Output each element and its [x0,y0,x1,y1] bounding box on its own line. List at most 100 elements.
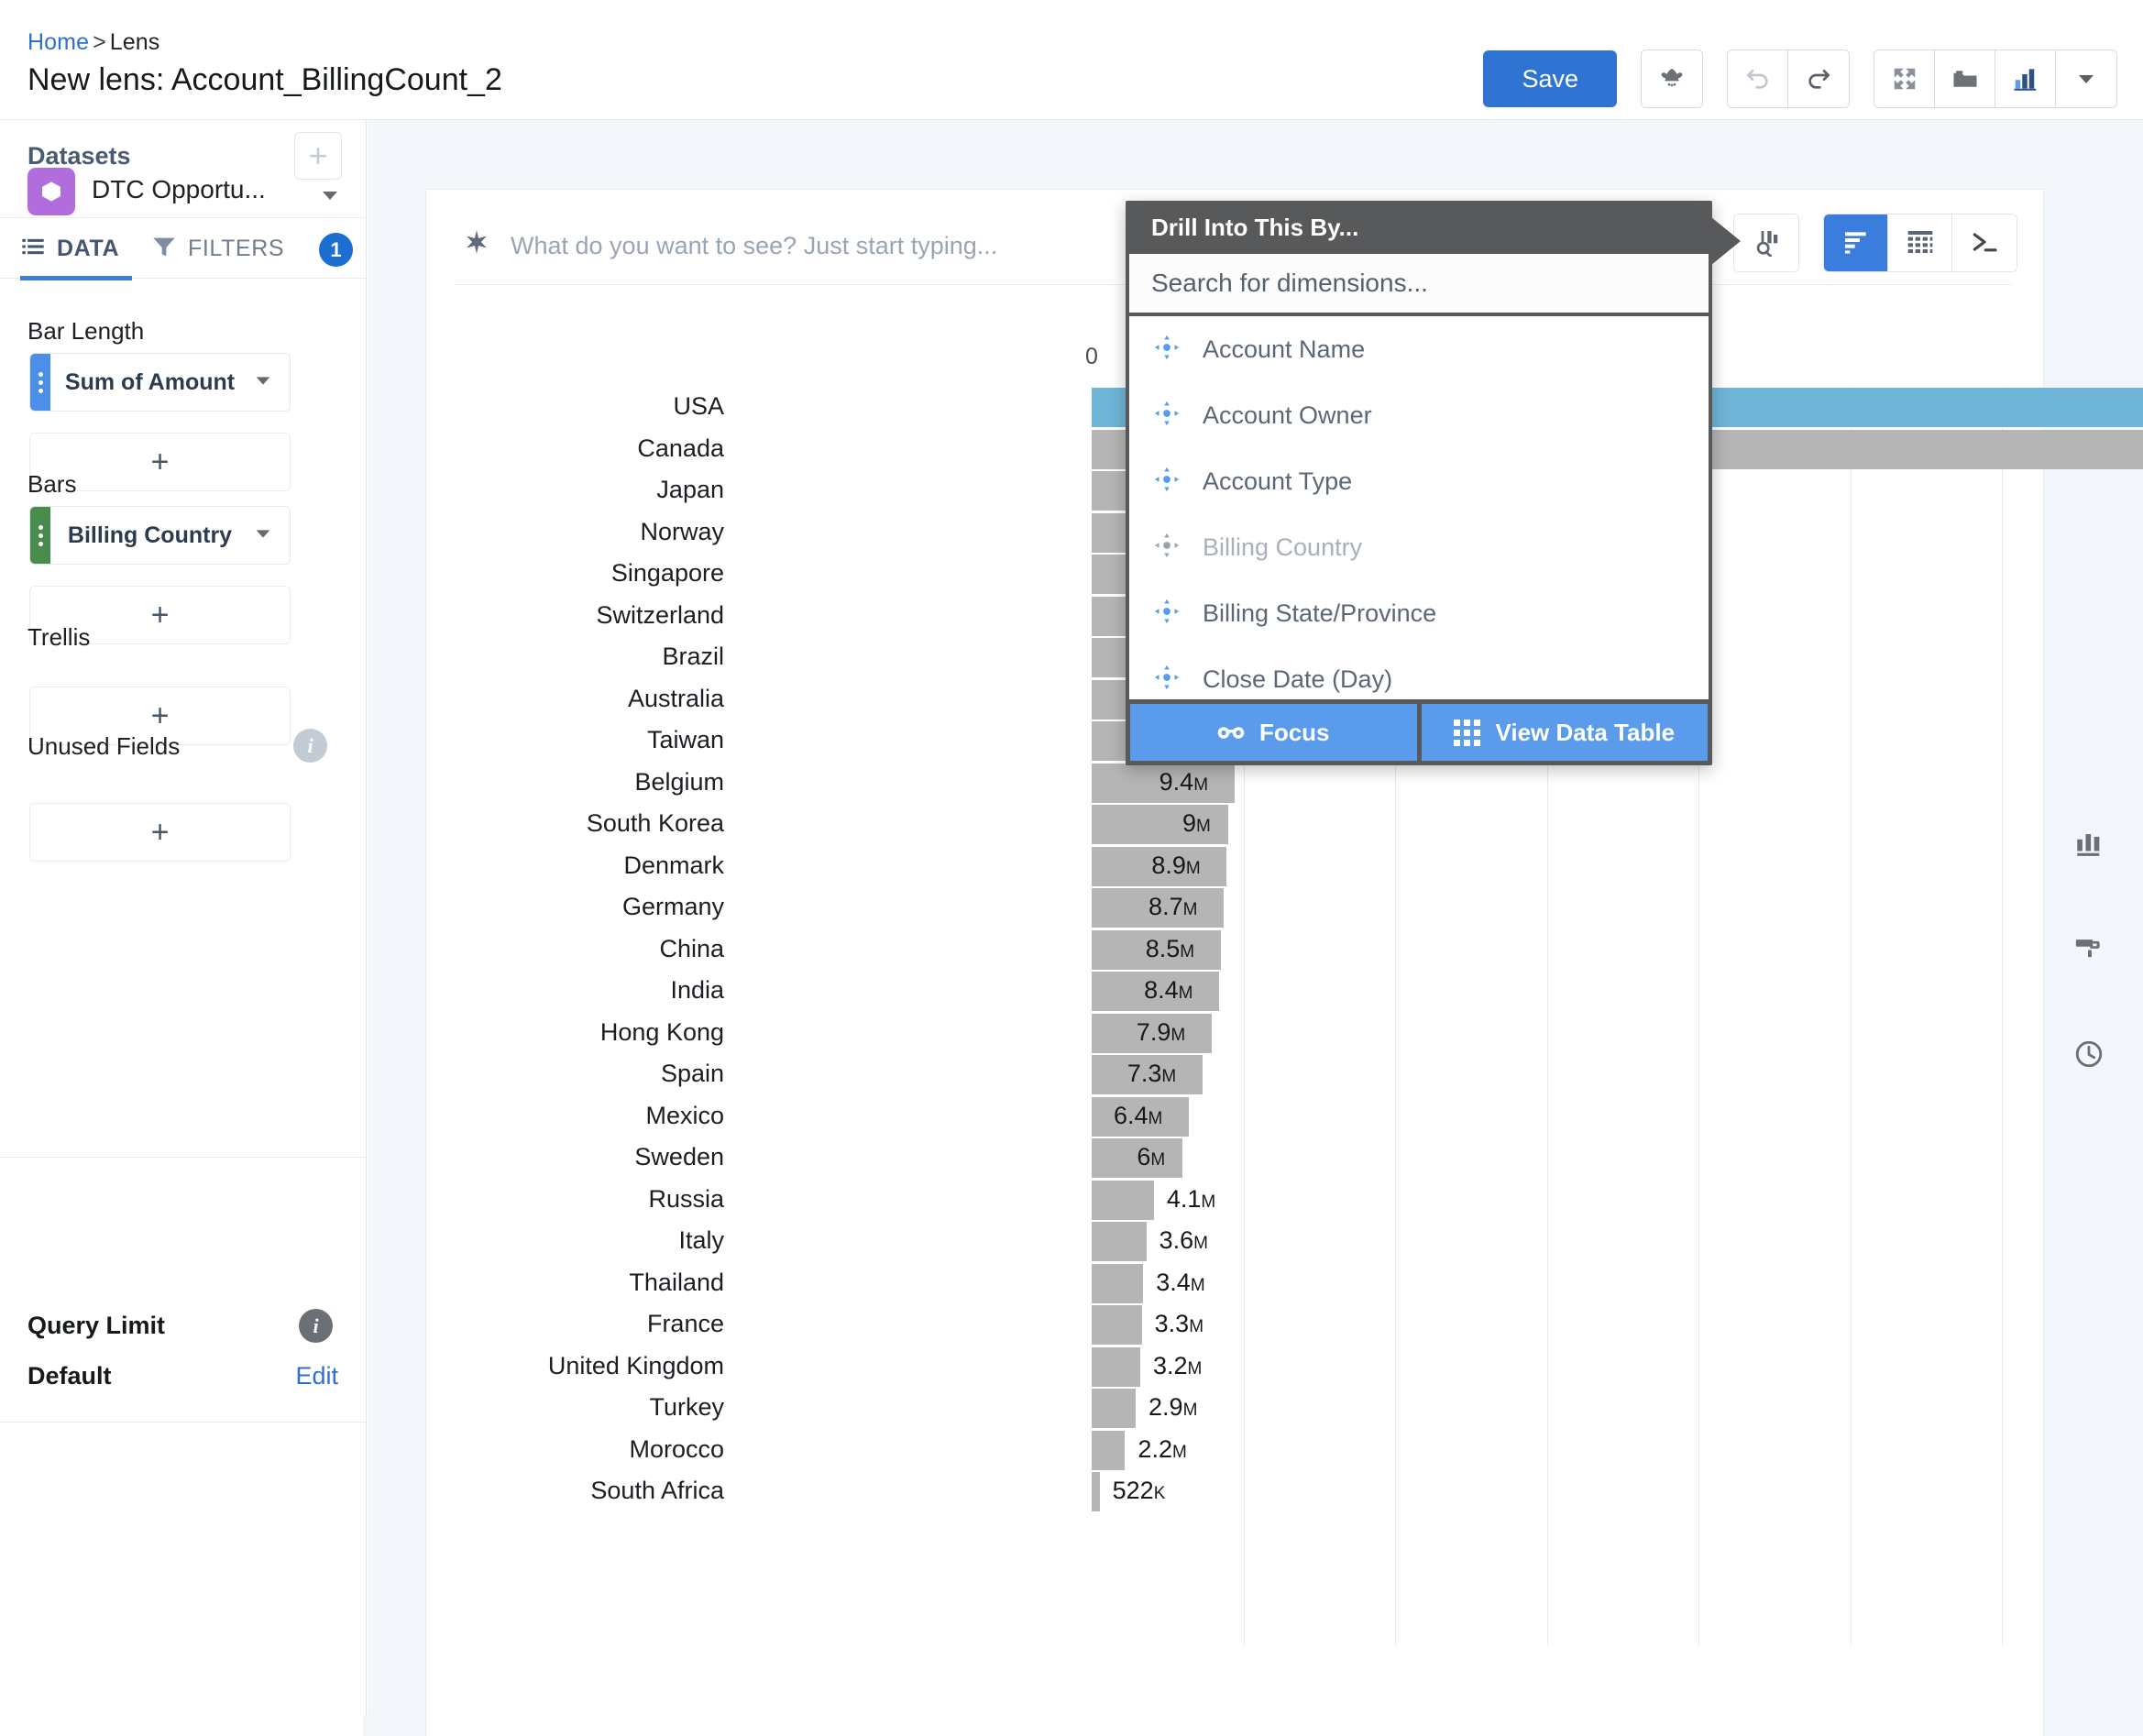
chart-row[interactable]: France 3.3M [426,1304,2045,1346]
history-panel-button[interactable] [2062,1028,2116,1082]
add-unused-field-button[interactable]: + [29,803,291,862]
clock-icon [2073,1038,2105,1072]
bar[interactable] [1092,1222,1147,1261]
category-label: South Africa [590,1477,724,1504]
sidebar-tabs: DATA FILTERS 1 [0,218,366,280]
drill-item-label: Billing State/Province [1203,599,1437,627]
filter-icon [151,234,177,264]
chart-row[interactable]: Sweden 6M [426,1137,2045,1180]
chart-row[interactable]: Turkey 2.9M [426,1388,2045,1430]
visualization-toolbar [1733,214,2017,272]
bar[interactable] [1092,1180,1154,1220]
category-label: Morocco [629,1434,724,1463]
drill-item-label: Billing Country [1203,533,1363,561]
drill-item[interactable]: Billing Country [1129,514,1709,580]
query-limit-info-icon[interactable]: i [299,1309,333,1343]
category-label: South Korea [586,809,724,837]
format-panel-button[interactable] [2062,923,2116,976]
focus-button[interactable]: Focus [1130,704,1417,761]
bar[interactable] [1092,1430,1126,1470]
breadcrumb-home[interactable]: Home [27,29,89,55]
drill-item-label: Account Name [1203,335,1366,363]
chart-row[interactable]: Hong Kong 7.9M [426,1013,2045,1055]
category-label: Japan [656,476,724,503]
bar-value-label: 6M [1137,1143,1166,1170]
bar-value-label: 8.5M [1145,934,1195,962]
chart-panel-button[interactable] [2062,818,2116,871]
drill-item[interactable]: Account Type [1129,448,1709,514]
category-label: Singapore [610,559,724,587]
field-pill-sum-of-amount[interactable]: Sum of Amount [29,353,291,412]
bar[interactable] [1092,1346,1140,1387]
field-pill-billing-country[interactable]: Billing Country [29,506,291,565]
chart-row[interactable]: Thailand 3.4M [426,1263,2045,1305]
folder-button[interactable] [1935,50,1995,107]
tab-filters-label: FILTERS [188,235,285,261]
dimension-icon [1153,664,1181,696]
chart-row[interactable]: Russia 4.1M [426,1180,2045,1222]
bar-value-label: 8.7M [1148,893,1198,920]
drill-item[interactable]: Close Date (Day) [1129,646,1709,699]
drill-item[interactable]: Billing State/Province [1129,580,1709,646]
expand-button[interactable] [1874,50,1935,107]
chart-row[interactable]: China 8.5M [426,929,2045,972]
chart-row[interactable]: South Korea 9M [426,804,2045,846]
view-data-table-button[interactable]: View Data Table [1421,704,1708,761]
bar-chart-icon [1841,227,1871,259]
unused-fields-info-icon[interactable]: i [293,729,327,763]
chart-row[interactable]: United Kingdom 3.2M [426,1346,2045,1389]
category-label: Mexico [645,1101,724,1129]
dataset-selector[interactable]: DTC Opportu... [0,168,366,218]
bar-value-label: 9M [1182,809,1211,837]
bar-value-label: 2.9M [1148,1393,1198,1421]
category-label: Switzerland [596,600,724,629]
redo-button[interactable] [1788,50,1849,107]
chart-row[interactable]: South Africa 522K [426,1471,2045,1513]
query-limit-label: Query Limit [27,1312,166,1339]
chart-row[interactable]: Denmark 8.9M [426,846,2045,888]
undo-button[interactable] [1728,50,1788,107]
bar-value-label: 3.3M [1154,1310,1204,1337]
bar[interactable] [1092,1263,1144,1303]
save-button[interactable]: Save [1483,50,1617,107]
shelf-label-bars: Bars [27,470,77,498]
category-label: India [670,976,724,1004]
popup-arrow [1711,217,1741,265]
drill-item[interactable]: Account Name [1129,316,1709,382]
clipping-icon-button[interactable] [1642,50,1702,107]
category-label: Sweden [634,1143,724,1170]
drill-dimension-list[interactable]: Account Name Account Owner Account Type Bil… [1129,316,1709,699]
chart-type-button[interactable] [1995,50,2056,107]
drill-item[interactable]: Account Owner [1129,382,1709,448]
query-mode-button[interactable] [1952,214,2017,271]
chart-row[interactable]: India 8.4M [426,971,2045,1013]
chart-row[interactable]: Italy 3.6M [426,1221,2045,1263]
tab-filters[interactable]: FILTERS [151,218,284,279]
bar[interactable] [1092,1389,1137,1428]
category-label: Taiwan [646,726,724,753]
x-axis-tick-label: 0 [1085,344,1098,369]
category-label: Spain [660,1060,724,1087]
query-limit-edit-link[interactable]: Edit [295,1362,338,1390]
drill-action-bar: Focus View Data Table [1126,699,1712,765]
drill-search-input[interactable]: Search for dimensions... [1129,254,1709,313]
tab-data[interactable]: DATA [20,218,119,279]
bar-value-label: 9.4M [1159,767,1209,796]
chart-row[interactable]: Morocco 2.2M [426,1430,2045,1472]
query-input-placeholder[interactable]: What do you want to see? Just start typi… [511,232,997,260]
bar[interactable] [1092,1305,1142,1345]
breadcrumb-current: Lens [109,29,160,55]
bar[interactable] [1092,1472,1100,1511]
category-label: Canada [637,434,724,462]
table-mode-button[interactable] [1888,214,1952,271]
more-options-button[interactable] [2056,50,2116,107]
viz-mode-group [1823,214,2017,272]
bar-chart-mode-button[interactable] [1824,214,1888,271]
chart-row[interactable]: Spain 7.3M [426,1054,2045,1096]
chart-row[interactable]: Belgium 9.4M [426,763,2045,805]
bar-value-label: 4.1M [1166,1184,1216,1213]
chart-row[interactable]: Germany 8.7M [426,887,2045,929]
chart-row[interactable]: Mexico 6.4M [426,1096,2045,1138]
focus-chart-button[interactable] [1734,214,1798,271]
bar-value-label: 522K [1112,1477,1166,1504]
